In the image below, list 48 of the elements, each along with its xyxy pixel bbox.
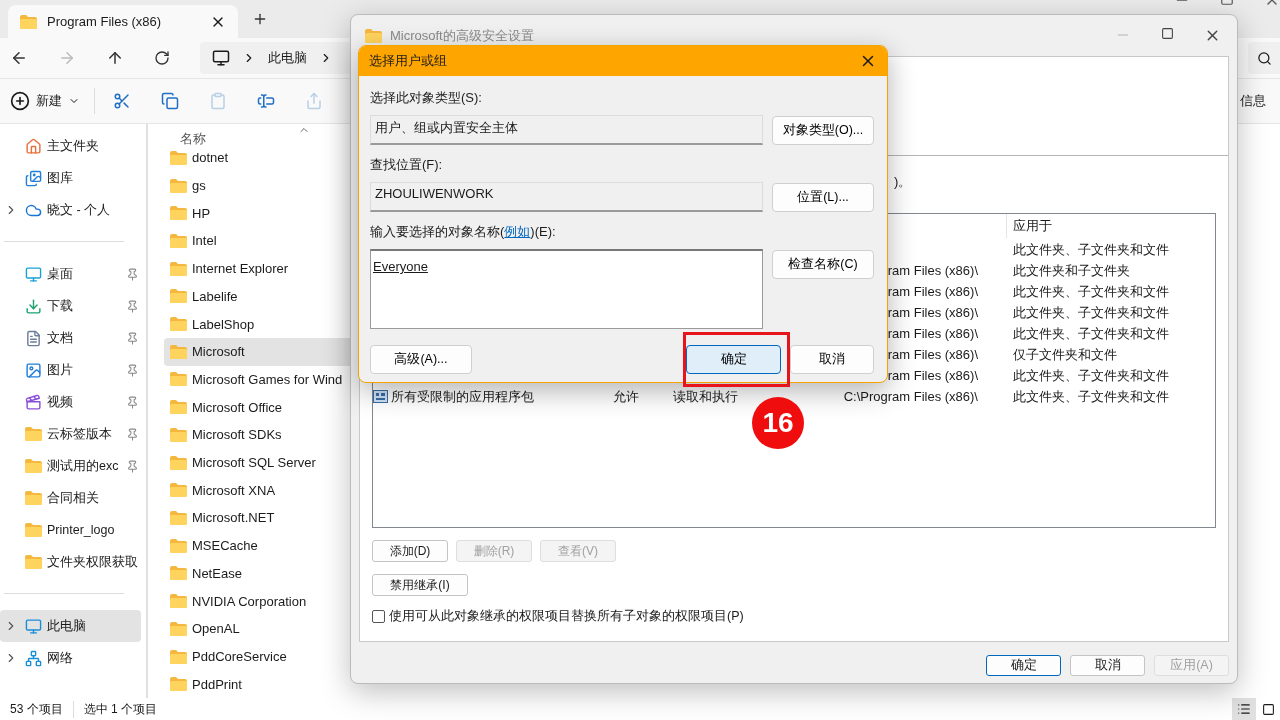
file-name: Microsoft SDKs	[192, 427, 282, 443]
file-name: Microsoft	[192, 344, 245, 360]
field-label: 查找位置(F):	[370, 156, 444, 174]
file-name: NetEase	[192, 565, 242, 581]
file-name: Microsoft XNA	[192, 482, 276, 498]
checkbox-label: 使用可从此对象继承的权限项目替换所有子对象的权限项目(P)	[389, 608, 744, 625]
dialog-title: 选择用户或组	[369, 52, 447, 70]
table-cell: C:\Program Files (x86)\	[843, 389, 978, 404]
table-cell: 读取和执行	[673, 387, 738, 406]
description-text: )。	[894, 173, 913, 191]
field-label: 选择此对象类型(S):	[370, 89, 483, 107]
file-name: MSECache	[192, 538, 258, 554]
file-name: LabelShop	[192, 316, 255, 332]
file-name: gs	[192, 178, 206, 194]
file-name: HP	[192, 205, 211, 221]
table-cell: 允许	[613, 387, 639, 406]
field-label: 输入要选择的对象名称(	[370, 224, 505, 239]
file-name: Internet Explorer	[192, 261, 289, 277]
table-cell: 所有受限制的应用程序包	[391, 387, 534, 406]
table-cell: 此文件夹、子文件夹和文件	[1013, 282, 1169, 301]
dialog-title: Microsoft的高级安全设置	[390, 26, 534, 45]
status-text: 53 个项目	[10, 700, 74, 718]
file-name: Microsoft SQL Server	[192, 455, 316, 471]
file-name: Microsoft Office	[192, 399, 283, 415]
file-name: Microsoft Games for Wind	[192, 371, 343, 387]
table-cell: ram Files (x86)\	[887, 305, 978, 320]
table-cell: 仅子文件夹和文件	[1013, 345, 1117, 364]
table-cell: ram Files (x86)\	[887, 347, 978, 362]
file-name: OpenAL	[192, 621, 240, 637]
table-cell: ram Files (x86)\	[887, 326, 978, 341]
file-name: Intel	[192, 233, 217, 249]
file-name: Microsoft.NET	[192, 510, 275, 526]
table-cell: 此文件夹、子文件夹和文件	[1013, 324, 1169, 343]
table-cell: ram Files (x86)\	[887, 284, 978, 299]
table-cell: 此文件夹、子文件夹和文件	[1013, 240, 1169, 259]
table-cell: ram Files (x86)\	[887, 368, 978, 383]
file-name: PddCoreService	[192, 649, 287, 664]
field-label: )(E):	[530, 224, 556, 239]
status-text: 选中 1 个项目	[83, 700, 159, 718]
file-name: Labelife	[192, 288, 238, 304]
file-name: dotnet	[192, 150, 229, 166]
table-cell: 此文件夹和子文件夹	[1013, 261, 1130, 280]
table-cell: ram Files (x86)\	[887, 263, 978, 278]
table-cell: 此文件夹、子文件夹和文件	[1013, 366, 1169, 385]
file-name: PddPrint	[192, 676, 242, 692]
table-cell: 此文件夹、子文件夹和文件	[1013, 303, 1169, 322]
table-cell: 此文件夹、子文件夹和文件	[1013, 387, 1169, 406]
file-name: NVIDIA Corporation	[192, 593, 307, 609]
